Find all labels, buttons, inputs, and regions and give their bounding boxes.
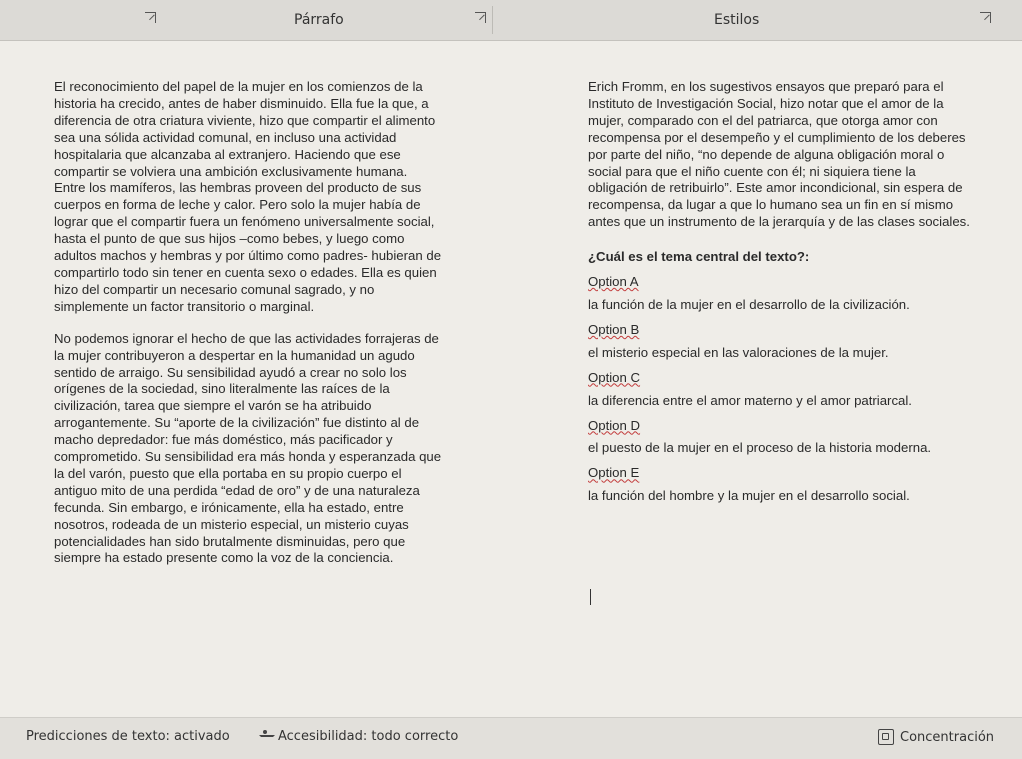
question-heading[interactable]: ¿Cuál es el tema central del texto?:	[588, 249, 978, 266]
option-a-text[interactable]: la función de la mujer en el desarrollo …	[588, 297, 978, 314]
option-b-label[interactable]: Option B	[588, 322, 978, 339]
text-cursor	[590, 589, 591, 605]
left-column[interactable]: El reconocimiento del papel de la mujer …	[54, 79, 442, 567]
text-predictions-label: Predicciones de texto: activado	[26, 729, 230, 744]
ribbon-separator	[492, 6, 493, 34]
paragraph-women-civilization[interactable]: El reconocimiento del papel de la mujer …	[54, 79, 442, 316]
status-bar: Predicciones de texto: activado Accesibi…	[0, 717, 1022, 759]
accessibility-icon	[258, 729, 275, 744]
paragraph-dialog-launcher-icon[interactable]	[475, 12, 486, 23]
option-d-text[interactable]: el puesto de la mujer en el proceso de l…	[588, 440, 978, 457]
option-b-text[interactable]: el misterio especial en las valoraciones…	[588, 345, 978, 362]
accessibility-label: Accesibilidad: todo correcto	[278, 729, 459, 744]
ribbon-group-bar: Párrafo Estilos	[0, 0, 1022, 41]
focus-label: Concentración	[900, 729, 995, 745]
option-e-text[interactable]: la función del hombre y la mujer en el d…	[588, 488, 978, 505]
styles-dialog-launcher-icon[interactable]	[980, 12, 991, 23]
focus-icon	[878, 729, 894, 745]
paragraph-fromm[interactable]: Erich Fromm, en los sugestivos ensayos q…	[588, 79, 978, 231]
focus-mode-button[interactable]: Concentración	[878, 729, 994, 745]
paragraph-group-label: Párrafo	[294, 12, 344, 28]
right-column[interactable]: Erich Fromm, en los sugestivos ensayos q…	[588, 79, 978, 505]
option-c-label[interactable]: Option C	[588, 370, 978, 387]
option-a-label[interactable]: Option A	[588, 274, 978, 291]
styles-group-label: Estilos	[714, 12, 760, 28]
paragraph-forrajeras[interactable]: No podemos ignorar el hecho de que las a…	[54, 331, 442, 568]
font-dialog-launcher-icon[interactable]	[145, 12, 156, 23]
option-e-label[interactable]: Option E	[588, 465, 978, 482]
option-d-label[interactable]: Option D	[588, 418, 978, 435]
option-c-text[interactable]: la diferencia entre el amor materno y el…	[588, 393, 978, 410]
accessibility-status[interactable]: Accesibilidad: todo correcto	[258, 729, 458, 744]
document-area[interactable]: El reconocimiento del papel de la mujer …	[0, 41, 1022, 717]
text-predictions-status[interactable]: Predicciones de texto: activado	[26, 729, 230, 744]
